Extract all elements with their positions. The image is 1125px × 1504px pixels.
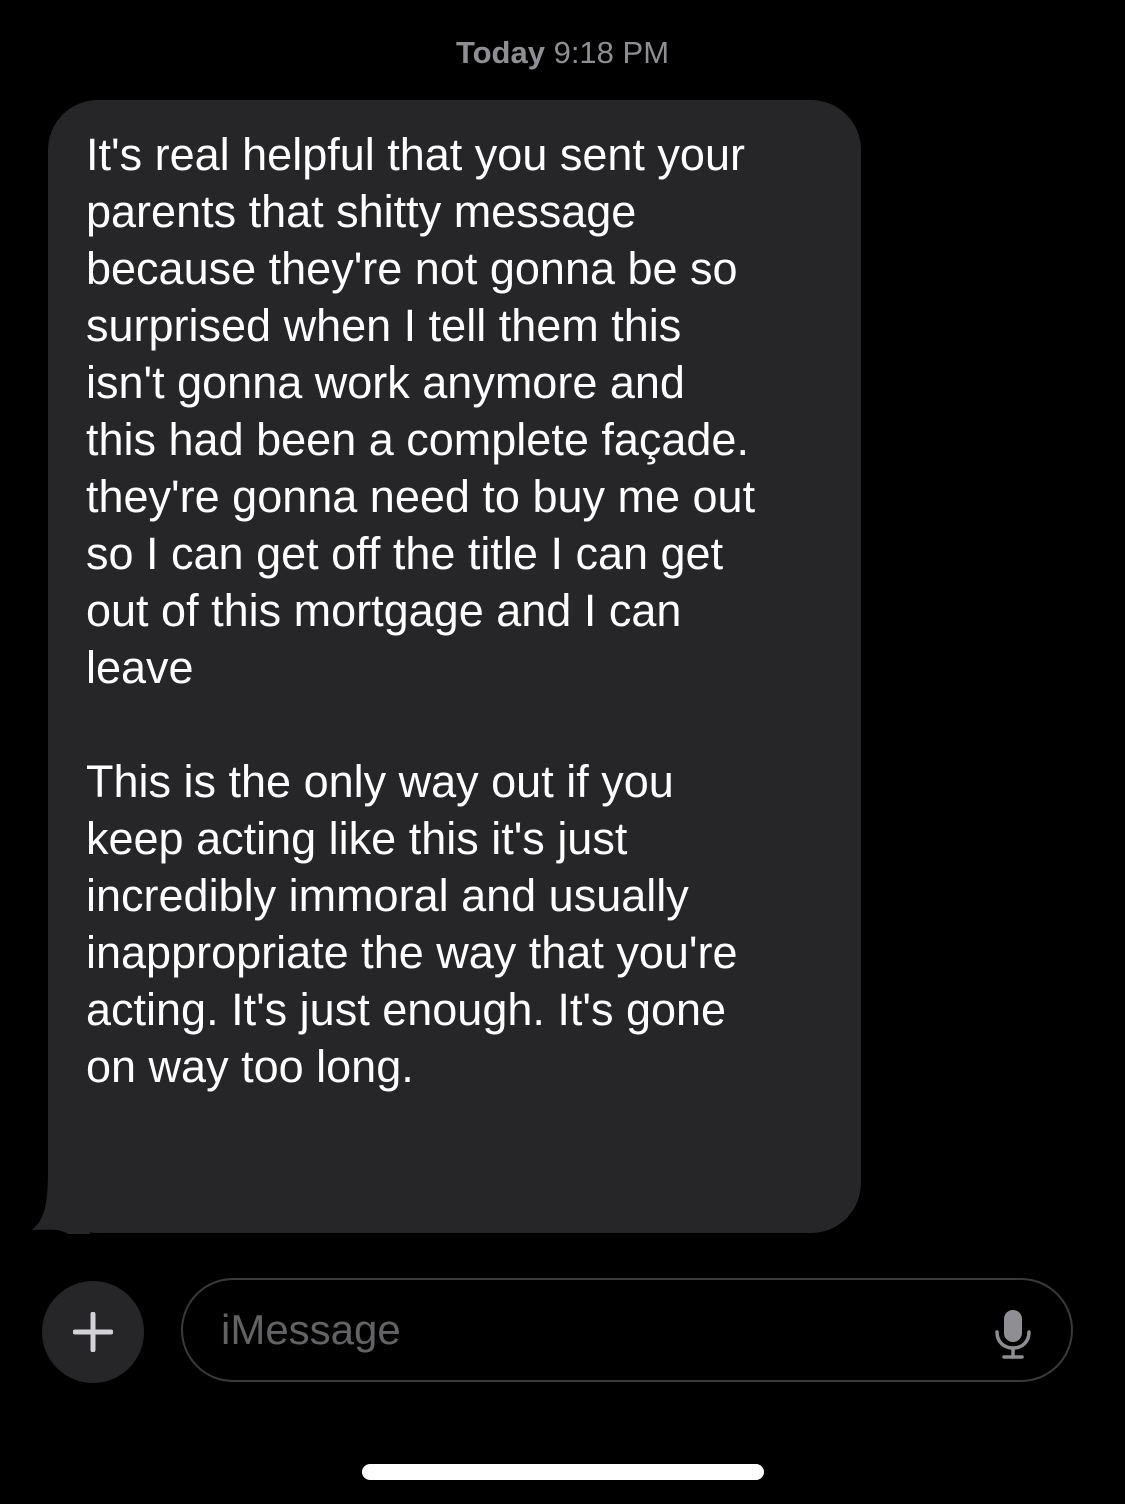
timestamp-day: Today	[455, 35, 545, 70]
microphone-icon[interactable]	[993, 1308, 1033, 1360]
home-indicator[interactable]	[362, 1464, 764, 1480]
plus-icon	[73, 1312, 113, 1352]
message-paragraph: It's real helpful that you sent your par…	[86, 129, 756, 693]
add-attachment-button[interactable]	[42, 1281, 144, 1383]
message-text: It's real helpful that you sent your par…	[86, 126, 831, 1095]
imessage-input[interactable]: iMessage	[181, 1278, 1073, 1382]
message-paragraph: This is the only way out if you keep act…	[86, 756, 738, 1092]
input-placeholder: iMessage	[221, 1306, 401, 1353]
incoming-message-bubble[interactable]: It's real helpful that you sent your par…	[30, 100, 862, 1234]
timestamp-time: 9:18 PM	[553, 35, 670, 70]
message-timestamp: Today 9:18 PM	[0, 30, 1125, 76]
